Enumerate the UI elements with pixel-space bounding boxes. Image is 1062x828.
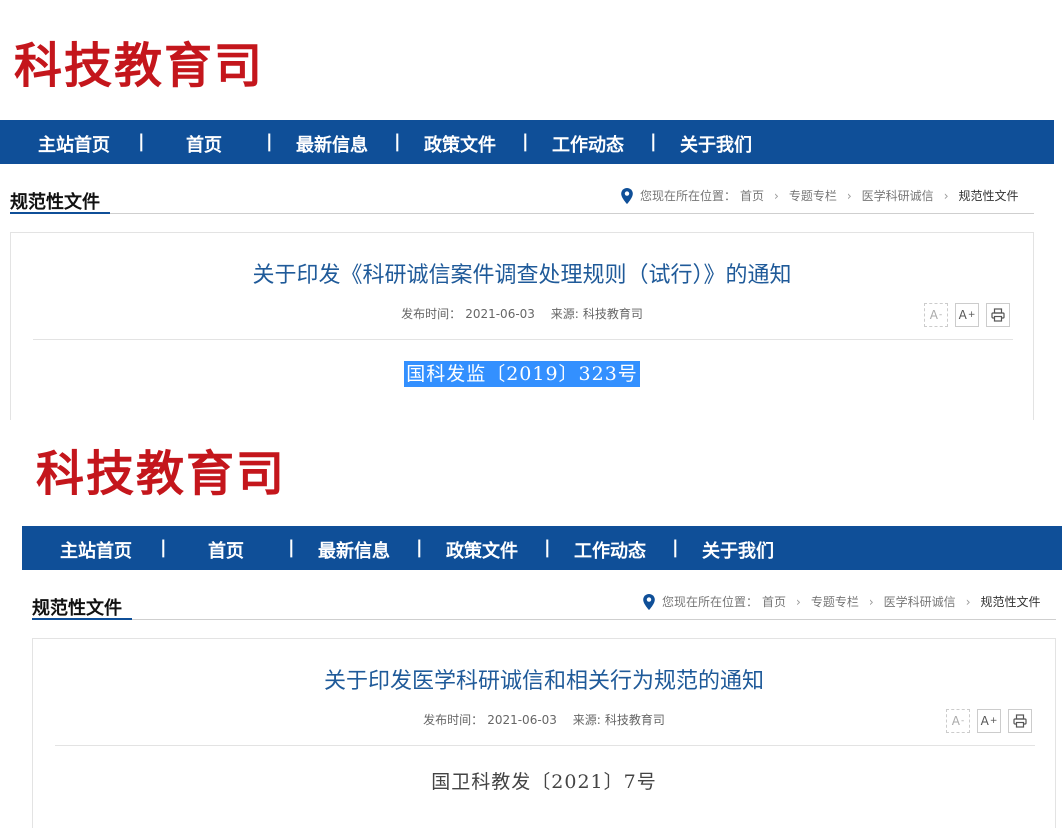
nav-item-work-news[interactable]: 工作动态: [552, 131, 624, 157]
card-divider: [33, 339, 1013, 340]
breadcrumb-item-topics[interactable]: 专题专栏: [789, 187, 837, 204]
page-snapshot-2: 科技教育司 主站首页 | 首页 | 最新信息 | 政策文件 | 工作动态 | 关…: [22, 420, 1062, 828]
nav-separator: |: [544, 537, 551, 558]
breadcrumb-item-integrity[interactable]: 医学科研诚信: [862, 187, 934, 204]
nav-item-about[interactable]: 关于我们: [702, 537, 774, 563]
font-increase-button[interactable]: A +: [955, 303, 979, 327]
nav-separator: |: [650, 131, 657, 152]
nav-separator: |: [416, 537, 423, 558]
breadcrumb-item-home[interactable]: 首页: [740, 187, 764, 204]
section-divider: [32, 619, 1056, 620]
site-title[interactable]: 科技教育司: [14, 26, 264, 96]
printer-icon: [991, 308, 1005, 322]
section-heading-underline: [10, 212, 110, 214]
source-value: 科技教育司: [582, 307, 643, 321]
location-pin-icon: [643, 593, 655, 610]
article-card: 关于印发医学科研诚信和相关行为规范的通知 发布时间： 2021-06-03 来源:…: [32, 638, 1056, 828]
breadcrumb: 您现在所在位置： 首页 › 专题专栏 › 医学科研诚信 › 规范性文件: [642, 593, 1041, 610]
chevron-right-icon: ›: [846, 188, 852, 203]
article-card: 关于印发《科研诚信案件调查处理规则（试行）》的通知 发布时间： 2021-06-0…: [10, 232, 1034, 420]
breadcrumb-item-current: 规范性文件: [980, 595, 1041, 609]
publish-date: 2021-06-03: [487, 713, 557, 727]
page-snapshot-1: 科技教育司 主站首页 | 首页 | 最新信息 | 政策文件 | 工作动态 | 关…: [0, 0, 1062, 420]
article-tools: A- A +: [917, 303, 1010, 327]
nav-item-work-news[interactable]: 工作动态: [574, 537, 646, 563]
font-decrease-button[interactable]: A-: [946, 709, 970, 733]
nav-separator: |: [522, 131, 529, 152]
main-nav: 主站首页 | 首页 | 最新信息 | 政策文件 | 工作动态 | 关于我们: [22, 526, 1062, 570]
chevron-right-icon: ›: [774, 188, 779, 203]
nav-separator: |: [138, 131, 145, 152]
breadcrumb-prefix: 您现在所在位置：: [662, 595, 759, 609]
breadcrumb-item-integrity[interactable]: 医学科研诚信: [884, 593, 956, 610]
breadcrumb-item-current: 规范性文件: [958, 189, 1019, 203]
nav-item-latest[interactable]: 最新信息: [296, 131, 368, 157]
breadcrumb-item-home[interactable]: 首页: [762, 593, 786, 610]
section-heading: 规范性文件: [10, 192, 100, 213]
nav-separator: |: [266, 131, 273, 152]
article-tools: A- A +: [939, 709, 1032, 733]
location-pin-icon: [621, 187, 633, 204]
section-heading-underline: [32, 618, 132, 620]
site-title[interactable]: 科技教育司: [36, 434, 286, 504]
nav-item-main-home[interactable]: 主站首页: [60, 537, 132, 563]
source-value: 科技教育司: [604, 713, 665, 727]
publish-date: 2021-06-03: [465, 307, 535, 321]
publish-time-label: 发布时间：: [401, 307, 462, 321]
print-button[interactable]: [1008, 709, 1032, 733]
chevron-right-icon: ›: [868, 594, 874, 609]
article-meta: 发布时间： 2021-06-03 来源: 科技教育司: [11, 305, 1033, 322]
nav-separator: |: [394, 131, 401, 152]
chevron-right-icon: ›: [796, 594, 801, 609]
article-title: 关于印发《科研诚信案件调查处理规则（试行）》的通知: [252, 263, 792, 288]
publish-time-label: 发布时间：: [423, 713, 484, 727]
document-number: 国卫科教发〔2021〕7号: [431, 771, 657, 793]
font-increase-button[interactable]: A +: [977, 709, 1001, 733]
breadcrumb: 您现在所在位置： 首页 › 专题专栏 › 医学科研诚信 › 规范性文件: [620, 187, 1019, 204]
font-decrease-button[interactable]: A-: [924, 303, 948, 327]
section-divider: [10, 213, 1034, 214]
nav-item-policy[interactable]: 政策文件: [446, 537, 518, 563]
breadcrumb-item-topics[interactable]: 专题专栏: [811, 593, 859, 610]
main-nav: 主站首页 | 首页 | 最新信息 | 政策文件 | 工作动态 | 关于我们: [0, 120, 1054, 164]
source-label: 来源:: [550, 307, 579, 321]
chevron-right-icon: ›: [943, 188, 949, 203]
nav-separator: |: [160, 537, 167, 558]
nav-item-latest[interactable]: 最新信息: [318, 537, 390, 563]
document-number-text: 国科发监〔2019〕323号: [404, 361, 640, 387]
breadcrumb-prefix: 您现在所在位置：: [640, 189, 737, 203]
nav-separator: |: [672, 537, 679, 558]
nav-separator: |: [288, 537, 295, 558]
printer-icon: [1013, 714, 1027, 728]
source-label: 来源:: [572, 713, 601, 727]
nav-item-main-home[interactable]: 主站首页: [38, 131, 110, 157]
article-title: 关于印发医学科研诚信和相关行为规范的通知: [323, 669, 764, 694]
chevron-right-icon: ›: [965, 594, 971, 609]
nav-item-home[interactable]: 首页: [208, 537, 244, 563]
document-number: 国科发监〔2019〕323号: [11, 359, 1033, 387]
section-heading: 规范性文件: [32, 598, 122, 619]
nav-item-policy[interactable]: 政策文件: [424, 131, 496, 157]
nav-item-home[interactable]: 首页: [186, 131, 222, 157]
nav-item-about[interactable]: 关于我们: [680, 131, 752, 157]
print-button[interactable]: [986, 303, 1010, 327]
card-divider: [55, 745, 1035, 746]
article-meta: 发布时间： 2021-06-03 来源: 科技教育司: [33, 711, 1055, 728]
